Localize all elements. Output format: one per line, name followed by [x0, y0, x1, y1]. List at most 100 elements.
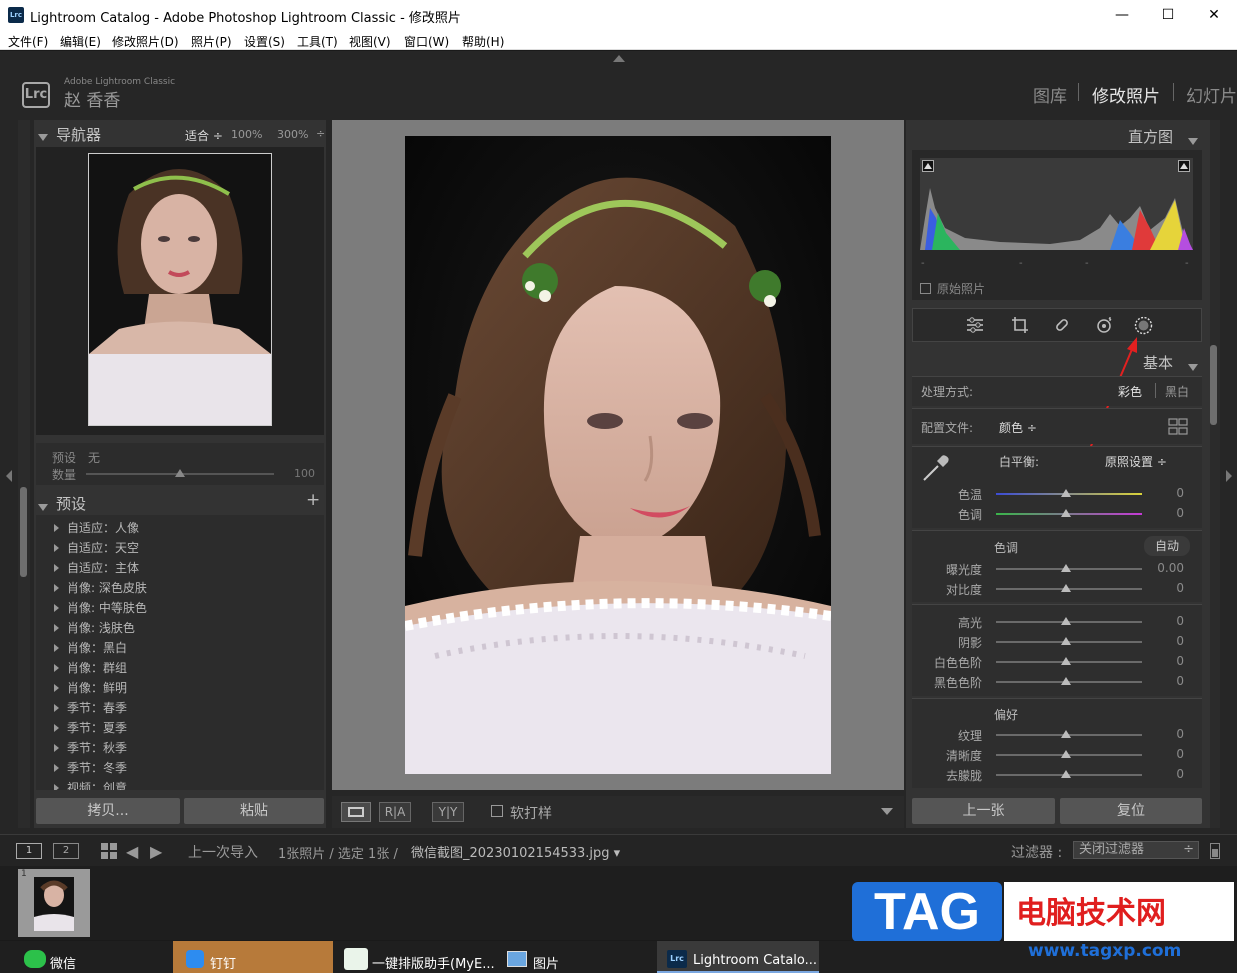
- wb-dropdown[interactable]: 原照设置 ÷: [1105, 453, 1167, 470]
- menu-file[interactable]: 文件(F): [8, 33, 48, 50]
- preset-item[interactable]: 肖像：鲜明: [54, 679, 127, 696]
- tint-slider[interactable]: 色调 0: [906, 504, 1196, 524]
- top-panel-toggle-icon[interactable]: [613, 55, 625, 62]
- temp-slider[interactable]: 色温 0: [906, 484, 1196, 504]
- preset-item[interactable]: 肖像: 中等肤色: [54, 599, 147, 616]
- loupe-view-button[interactable]: [341, 802, 371, 822]
- menu-window[interactable]: 窗口(W): [404, 33, 449, 50]
- preset-item[interactable]: 自适应：主体: [54, 559, 139, 576]
- preset-item[interactable]: 肖像: 深色皮肤: [54, 579, 147, 596]
- zoom-300[interactable]: 300%: [277, 128, 308, 141]
- taskbar-lightroom[interactable]: Lightroom Catalo...: [693, 953, 817, 968]
- profile-browser-grid-icon[interactable]: [1168, 418, 1188, 440]
- left-scrollbar-thumb[interactable]: [20, 487, 27, 577]
- histogram-collapse-icon[interactable]: [1188, 130, 1198, 149]
- contrast-slider[interactable]: 对比度 0: [906, 579, 1196, 599]
- preset-item[interactable]: 视频：创意: [54, 779, 127, 790]
- profile-dropdown[interactable]: 颜色 ÷: [999, 419, 1037, 436]
- filter-lock-icon[interactable]: [1210, 843, 1220, 859]
- right-scrollbar-thumb[interactable]: [1210, 345, 1217, 425]
- texture-slider[interactable]: 纹理 0: [906, 725, 1196, 745]
- preset-item[interactable]: 自适应：人像: [54, 519, 139, 536]
- copy-settings-button[interactable]: 拷贝...: [36, 798, 180, 824]
- edit-sliders-icon[interactable]: [966, 316, 984, 338]
- crop-icon[interactable]: [1011, 316, 1029, 338]
- toolbar-menu-chevron-icon[interactable]: [881, 808, 893, 815]
- dingtalk-icon: [186, 950, 204, 968]
- treatment-bw[interactable]: 黑白: [1165, 383, 1189, 400]
- before-after-yy-icon[interactable]: Y|Y: [432, 802, 464, 822]
- primary-window-button[interactable]: 1: [16, 843, 42, 859]
- source-label[interactable]: 上一次导入: [188, 842, 258, 862]
- treatment-color[interactable]: 彩色: [1118, 383, 1142, 400]
- preset-item[interactable]: 季节：春季: [54, 699, 127, 716]
- grid-view-icon[interactable]: [101, 843, 117, 863]
- main-photo[interactable]: [405, 136, 831, 774]
- maximize-button[interactable]: ☐: [1145, 0, 1191, 30]
- taskbar-photos[interactable]: 图片: [533, 953, 559, 972]
- preset-item[interactable]: 肖像: 浅肤色: [54, 619, 135, 636]
- reset-button[interactable]: 复位: [1060, 798, 1202, 824]
- preset-item[interactable]: 季节：秋季: [54, 739, 127, 756]
- navigator-thumbnail[interactable]: [88, 153, 272, 426]
- add-preset-button[interactable]: +: [306, 490, 320, 510]
- menu-tools[interactable]: 工具(T): [297, 33, 338, 50]
- menu-develop[interactable]: 修改照片(D): [112, 33, 179, 50]
- preset-item[interactable]: 肖像：群组: [54, 659, 127, 676]
- wb-eyedropper-icon[interactable]: [922, 452, 952, 486]
- right-panel-toggle-icon[interactable]: [1226, 470, 1232, 482]
- histogram-graph: [920, 158, 1193, 250]
- navigator-collapse-icon[interactable]: [38, 126, 48, 145]
- zoom-fit[interactable]: 适合 ÷: [185, 127, 223, 144]
- module-develop[interactable]: 修改照片: [1092, 82, 1160, 107]
- forward-arrow-icon[interactable]: ▶: [150, 842, 162, 861]
- filmstrip-thumbnail[interactable]: 1: [18, 869, 90, 937]
- highlights-slider[interactable]: 高光 0: [906, 612, 1196, 632]
- previous-button[interactable]: 上一张: [912, 798, 1055, 824]
- dehaze-slider[interactable]: 去朦胧 0: [906, 765, 1196, 785]
- preset-item[interactable]: 季节：冬季: [54, 759, 127, 776]
- basic-collapse-icon[interactable]: [1188, 356, 1198, 375]
- preset-item[interactable]: 自适应：天空: [54, 539, 139, 556]
- zoom-stepper-icon[interactable]: ÷: [316, 127, 325, 140]
- shadows-slider[interactable]: 阴影 0: [906, 632, 1196, 652]
- blacks-slider[interactable]: 黑色色阶 0: [906, 672, 1196, 692]
- preset-value: 无: [88, 451, 101, 465]
- watermark-url: www.tagxp.com: [1028, 941, 1182, 961]
- before-after-ra-icon[interactable]: R|A: [379, 802, 411, 822]
- left-panel-toggle-icon[interactable]: [6, 470, 12, 482]
- menu-view[interactable]: 视图(V): [349, 33, 391, 50]
- close-button[interactable]: ✕: [1191, 0, 1237, 30]
- taskbar-wechat[interactable]: 微信: [50, 953, 76, 972]
- presets-collapse-icon[interactable]: [38, 496, 48, 515]
- filter-dropdown[interactable]: 关闭过滤器 ÷: [1073, 841, 1199, 859]
- auto-tone-button[interactable]: 自动: [1144, 536, 1190, 556]
- highlight-clipping-toggle-icon[interactable]: [1178, 160, 1190, 172]
- menu-edit[interactable]: 编辑(E): [60, 33, 101, 50]
- taskbar-dingtalk[interactable]: 钉钉: [210, 953, 236, 972]
- exposure-slider[interactable]: 曝光度 0.00: [906, 559, 1196, 579]
- minimize-button[interactable]: —: [1099, 0, 1145, 30]
- file-name[interactable]: 微信截图_20230102154533.jpg ▾: [411, 842, 620, 861]
- menu-help[interactable]: 帮助(H): [462, 33, 504, 50]
- module-slideshow[interactable]: 幻灯片: [1186, 82, 1237, 107]
- module-library[interactable]: 图库: [1033, 82, 1067, 107]
- menu-photo[interactable]: 照片(P): [191, 33, 232, 50]
- zoom-100[interactable]: 100%: [231, 128, 262, 141]
- original-photo-checkbox[interactable]: [920, 283, 931, 294]
- menu-settings[interactable]: 设置(S): [244, 33, 285, 50]
- back-arrow-icon[interactable]: ◀: [126, 842, 138, 861]
- clarity-slider[interactable]: 清晰度 0: [906, 745, 1196, 765]
- healing-bandage-icon[interactable]: [1053, 316, 1071, 338]
- amount-slider-knob[interactable]: [175, 469, 185, 477]
- taskbar-myeditor[interactable]: 一键排版助手(MyE...: [372, 953, 495, 972]
- paste-settings-button[interactable]: 粘贴: [184, 798, 324, 824]
- shadow-clipping-toggle-icon[interactable]: [922, 160, 934, 172]
- amount-label: 数量: [52, 468, 77, 482]
- whites-slider[interactable]: 白色色阶 0: [906, 652, 1196, 672]
- tone-label: 色调: [994, 541, 1019, 555]
- preset-item[interactable]: 肖像：黑白: [54, 639, 127, 656]
- softproof-checkbox[interactable]: [491, 805, 503, 817]
- preset-item[interactable]: 季节：夏季: [54, 719, 127, 736]
- secondary-window-button[interactable]: 2: [53, 843, 79, 859]
